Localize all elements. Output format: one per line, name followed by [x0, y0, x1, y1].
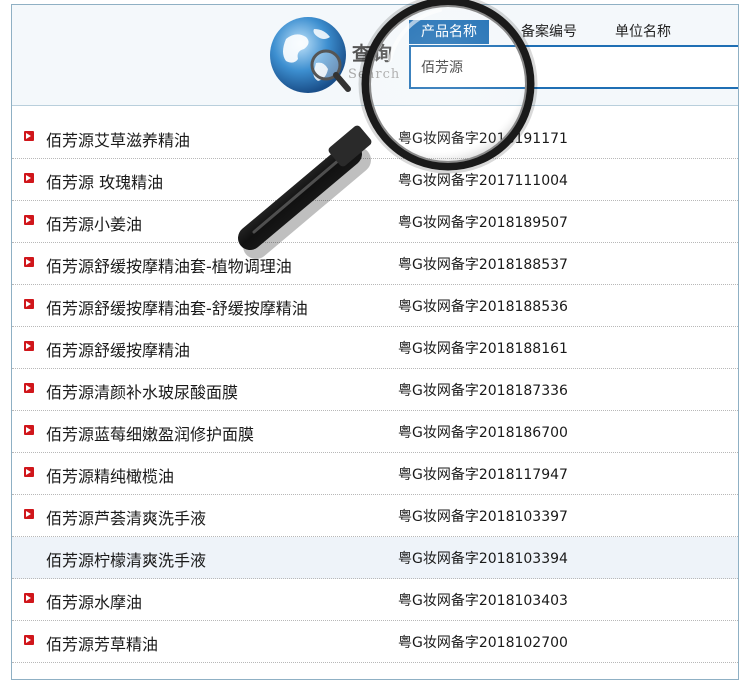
result-row[interactable]: 佰芳源芦荟清爽洗手液 粤G妆网备字2018103397: [12, 495, 738, 537]
result-product-name[interactable]: 佰芳源蓝莓细嫩盈润修护面膜: [46, 421, 254, 445]
result-product-name[interactable]: 佰芳源精纯橄榄油: [46, 463, 174, 487]
result-product-name[interactable]: 佰芳源舒缓按摩精油套-植物调理油: [46, 253, 292, 277]
result-record-code: 粤G妆网备字2018188536: [398, 299, 568, 315]
result-row[interactable]: 佰芳源芳草精油 粤G妆网备字2018102700: [12, 621, 738, 663]
arrow-bullet-icon: [24, 593, 34, 603]
arrow-bullet-icon: [24, 215, 34, 225]
result-record-code: 粤G妆网备字2018102700: [398, 635, 568, 651]
result-record-code: 粤G妆网备字2018189507: [398, 215, 568, 231]
arrow-bullet-icon: [24, 383, 34, 393]
arrow-bullet-icon: [24, 341, 34, 351]
search-page: 查询 Search 产品名称 备案编号 单位名称 佰芳源艾草滋养精油粤G妆网备字…: [11, 4, 739, 680]
result-record-code: 粤G妆网备字2018191171: [398, 131, 568, 147]
result-row[interactable]: 佰芳源清颜补水玻尿酸面膜 粤G妆网备字2018187336: [12, 369, 738, 411]
result-row[interactable]: 佰芳源精纯橄榄油 粤G妆网备字2018117947: [12, 453, 738, 495]
search-logo-title: 查询: [352, 43, 395, 65]
result-record-code: 粤G妆网备字2018188161: [398, 341, 568, 357]
result-record-code: 粤G妆网备字2018187336: [398, 383, 568, 399]
result-product-name[interactable]: 佰芳源小姜油: [46, 211, 142, 235]
search-input[interactable]: [411, 47, 738, 87]
arrow-bullet-icon: [24, 509, 34, 519]
arrow-bullet-icon: [24, 467, 34, 477]
search-box: [409, 45, 738, 89]
arrow-bullet-icon: [24, 635, 34, 645]
result-row[interactable]: 佰芳源水摩油 粤G妆网备字2018103403: [12, 579, 738, 621]
arrow-bullet-icon: [24, 425, 34, 435]
result-row[interactable]: 佰芳源舒缓按摩精油套-舒缓按摩精油 粤G妆网备字2018188536: [12, 285, 738, 327]
result-product-name[interactable]: 佰芳源舒缓按摩精油: [46, 337, 190, 361]
result-product-name[interactable]: 佰芳源 玫瑰精油: [46, 169, 163, 193]
tab-record-number[interactable]: 备案编号: [521, 20, 577, 44]
result-row[interactable]: 佰芳源舒缓按摩精油套-植物调理油 粤G妆网备字2018188537: [12, 243, 738, 285]
result-product-name[interactable]: 佰芳源艾草滋养精油: [46, 127, 190, 151]
tab-company-name[interactable]: 单位名称: [615, 20, 671, 44]
result-product-name[interactable]: 佰芳源柠檬清爽洗手液: [46, 547, 206, 571]
result-row[interactable]: 佰芳源蓝莓细嫩盈润修护面膜 粤G妆网备字2018186700: [12, 411, 738, 453]
result-row[interactable]: 佰芳源小姜油 粤G妆网备字2018189507: [12, 201, 738, 243]
result-list: 佰芳源艾草滋养精油 粤G妆网备字2018191171 佰芳源 玫瑰精油 粤G妆网备字2…: [12, 117, 738, 663]
result-row[interactable]: 佰芳源 玫瑰精油 粤G妆网备字2017111004: [12, 159, 738, 201]
search-header: 查询 Search 产品名称 备案编号 单位名称: [12, 5, 738, 106]
arrow-bullet-icon: [24, 257, 34, 267]
result-record-code: 粤G妆网备字2018117947: [398, 467, 568, 483]
result-record-code: 粤G妆网备字2018103394: [398, 551, 568, 567]
result-record-code: 粤G妆网备字2018188537: [398, 257, 568, 273]
result-product-name[interactable]: 佰芳源水摩油: [46, 589, 142, 613]
result-product-name[interactable]: 佰芳源舒缓按摩精油套-舒缓按摩精油: [46, 295, 308, 319]
result-product-name[interactable]: 佰芳源芳草精油: [46, 631, 158, 655]
tab-product-name[interactable]: 产品名称: [409, 20, 489, 44]
arrow-bullet-icon: [24, 173, 34, 183]
arrow-bullet-icon: [24, 299, 34, 309]
result-row[interactable]: 佰芳源舒缓按摩精油 粤G妆网备字2018188161: [12, 327, 738, 369]
result-product-name[interactable]: 佰芳源清颜补水玻尿酸面膜: [46, 379, 238, 403]
result-record-code: 粤G妆网备字2017111004: [398, 173, 568, 189]
search-logo-subtitle: Search: [348, 67, 401, 82]
result-record-code: 粤G妆网备字2018103403: [398, 593, 568, 609]
arrow-bullet-icon: [24, 131, 34, 141]
result-row[interactable]: 佰芳源柠檬清爽洗手液 粤G妆网备字2018103394: [12, 537, 738, 579]
result-product-name[interactable]: 佰芳源芦荟清爽洗手液: [46, 505, 206, 529]
result-record-code: 粤G妆网备字2018186700: [398, 425, 568, 441]
result-row[interactable]: 佰芳源艾草滋养精油 粤G妆网备字2018191171: [12, 117, 738, 159]
result-record-code: 粤G妆网备字2018103397: [398, 509, 568, 525]
